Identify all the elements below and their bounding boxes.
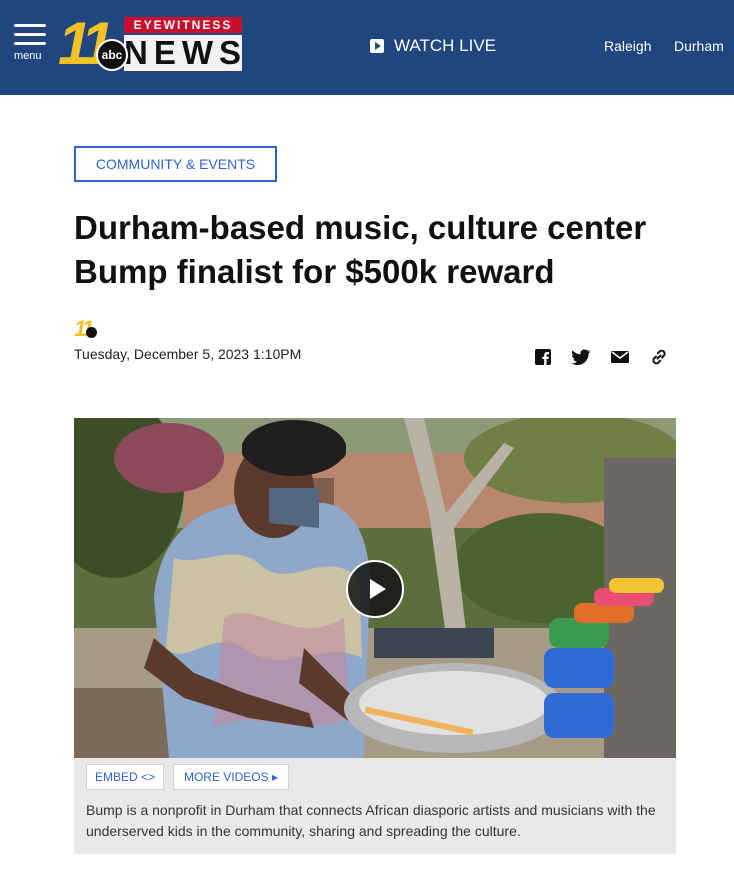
category-tag[interactable]: COMMUNITY & EVENTS xyxy=(74,146,277,182)
author-logo-dot xyxy=(86,327,97,338)
site-logo[interactable]: 11 EYEWITNESS NEWS abc xyxy=(58,14,242,74)
embed-button[interactable]: EMBED <> xyxy=(86,764,164,790)
hamburger-icon xyxy=(14,24,46,27)
article-headline: Durham-based music, culture center Bump … xyxy=(74,206,694,294)
headline-line-1: Durham-based music, culture center xyxy=(74,209,647,246)
article-dateline: Tuesday, December 5, 2023 1:10PM xyxy=(74,346,302,362)
author-logo-icon: 11 xyxy=(74,316,100,341)
link-icon[interactable] xyxy=(648,346,670,368)
twitter-icon[interactable] xyxy=(570,346,592,368)
menu-button[interactable]: menu xyxy=(12,22,50,66)
hamburger-icon-bar xyxy=(14,33,46,36)
logo-eyewitness: EYEWITNESS xyxy=(124,17,242,33)
site-header: menu 11 EYEWITNESS NEWS abc WATCH LIVE R… xyxy=(0,0,734,95)
abc-logo-icon: abc xyxy=(96,39,128,71)
play-icon xyxy=(370,39,384,53)
video-play-button[interactable] xyxy=(346,560,404,618)
logo-news: NEWS xyxy=(124,34,247,71)
video-caption-box: EMBED <> MORE VIDEOS ▸ Bump is a nonprof… xyxy=(74,758,676,854)
facebook-icon[interactable] xyxy=(532,346,554,368)
video-player[interactable] xyxy=(74,418,676,758)
watch-live-label: WATCH LIVE xyxy=(394,36,497,55)
location-raleigh[interactable]: Raleigh xyxy=(604,38,651,54)
watch-live-link[interactable]: WATCH LIVE xyxy=(370,36,496,56)
menu-label: menu xyxy=(14,50,42,62)
video-caption: Bump is a nonprofit in Durham that conne… xyxy=(86,802,656,839)
location-durham[interactable]: Durham xyxy=(674,38,724,54)
hamburger-icon-bar xyxy=(14,42,46,45)
headline-line-2: Bump finalist for $500k reward xyxy=(74,253,555,290)
email-icon[interactable] xyxy=(609,346,631,368)
more-videos-button[interactable]: MORE VIDEOS ▸ xyxy=(173,764,289,790)
